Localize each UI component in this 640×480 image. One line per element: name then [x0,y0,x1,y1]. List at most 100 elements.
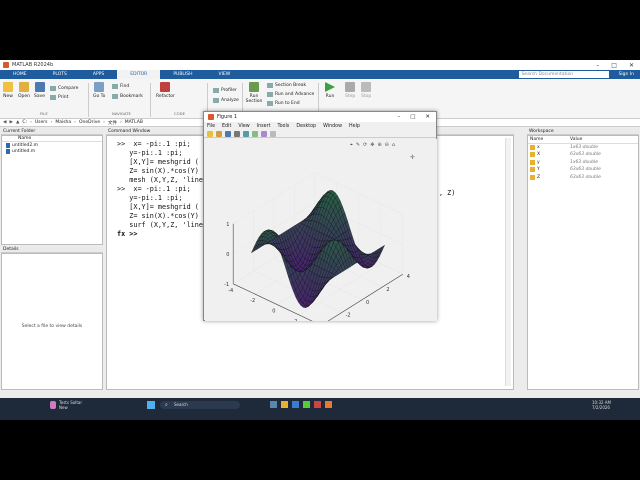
run-play-icon [325,82,335,92]
path-segment[interactable]: Users [35,120,48,125]
link-plot-icon[interactable] [243,130,249,137]
print-button[interactable]: Print [50,95,68,100]
insert-legend-icon[interactable] [261,130,267,137]
path-segment[interactable]: Maisha [55,120,71,125]
stop-button[interactable]: Stop [361,82,371,99]
figure-close-button[interactable]: ✕ [425,114,430,120]
tab-home[interactable]: HOME [0,70,40,79]
figure-canvas[interactable]: ⌖ ✎ ⟳ ✥ ⊕ ⊖ ⌂ ✛ 1 0 -1 -4 -2 0 4 2 0 -2 [205,139,437,321]
taskbar-search-input[interactable]: Search ⌕ [160,401,240,409]
tab-apps[interactable]: APPS [80,70,117,79]
figure-window[interactable]: Figure 1 – □ ✕ File Edit View Insert Too… [203,111,437,321]
maximize-button[interactable]: □ [611,62,617,69]
run-button[interactable]: Run [325,82,335,99]
command-line: surf (X,Y,Z, 'line [117,221,203,229]
menu-view[interactable]: View [238,124,249,129]
group-file-label: FILE [40,111,48,116]
command-line: mesh (X,Y,Z, 'line [117,176,203,184]
taskbar-date[interactable]: 7/2/2026 [592,405,610,410]
path-segment[interactable]: C: [22,120,27,125]
office-app-icon[interactable] [314,401,321,408]
path-segment[interactable]: MATLAB [125,120,143,125]
window-titlebar: MATLAB R2024b – □ ✕ [0,60,640,70]
figure-minimize-button[interactable]: – [397,114,400,120]
y-tick-label: -2 [346,313,351,319]
table-row[interactable]: Y 63x63 double [528,166,638,174]
file-explorer-icon[interactable] [281,401,288,408]
back-arrow-icon[interactable]: ◀ [3,120,6,125]
up-folder-icon[interactable]: ▲ [16,120,19,125]
save-figure-icon[interactable] [225,130,231,137]
find-button[interactable]: Find [112,84,129,89]
list-item[interactable]: untitled.m [2,148,102,154]
weather-widget-icon[interactable] [50,401,56,409]
menu-desktop[interactable]: Desktop [296,124,316,129]
menu-insert[interactable]: Insert [257,124,271,129]
compare-button[interactable]: Compare [50,86,78,91]
menu-edit[interactable]: Edit [222,124,231,129]
matlab-taskbar-icon[interactable] [325,401,332,408]
new-figure-icon[interactable] [207,130,213,137]
figure-maximize-button[interactable]: □ [410,114,415,120]
figure-titlebar[interactable]: Figure 1 – □ ✕ [204,112,436,122]
x-tick-label: 2 [294,319,297,321]
surface-plot[interactable]: 1 0 -1 -4 -2 0 2 4 4 2 0 -2 -4 [205,139,437,321]
command-line: y=-pi:.1 :pi; [117,194,183,202]
menu-window[interactable]: Window [323,124,342,129]
column-header-value[interactable]: Value [570,137,582,142]
table-row[interactable]: y 1x63 double [528,159,638,167]
open-folder-icon [19,82,30,92]
run-advance-icon [267,92,273,97]
insert-colorbar-icon[interactable] [252,130,258,137]
close-button[interactable]: ✕ [629,62,634,69]
sign-in-link[interactable]: Sign In [609,72,640,77]
table-row[interactable]: x 1x63 double [528,144,638,152]
tab-editor[interactable]: EDITOR [117,70,161,79]
profiler-button[interactable]: Profiler [213,88,237,93]
tab-view[interactable]: VIEW [205,70,243,79]
search-documentation-input[interactable]: Search Documentation [518,71,609,78]
step-icon [345,82,356,92]
command-window-scrollbar[interactable] [505,138,511,386]
tab-publish[interactable]: PUBLISH [160,70,205,79]
analyze-button[interactable]: Analyze [213,98,239,103]
bookmark-button[interactable]: Bookmark [112,94,143,99]
y-axis-ticks: 4 2 0 -2 -4 [346,274,410,319]
run-section-button[interactable]: Run Section [246,82,262,104]
new-button[interactable]: New [3,82,13,99]
windows-start-icon[interactable] [147,401,155,409]
refactor-button[interactable]: Refactor [156,82,175,99]
print-figure-icon[interactable] [234,130,240,137]
path-segment[interactable]: 文件 [108,120,117,126]
ribbon-tabs: HOME PLOTS APPS EDITOR PUBLISH VIEW Sear… [0,70,640,79]
print-icon [50,95,56,100]
menu-file[interactable]: File [207,124,215,129]
run-and-advance-button[interactable]: Run and Advance [267,92,314,97]
run-to-end-button[interactable]: Run to End [267,101,300,106]
open-file-icon[interactable] [216,130,222,137]
section-break-button[interactable]: Section Break [267,83,306,88]
column-header-name[interactable]: Name [528,137,570,142]
y-tick-label: 2 [386,287,389,293]
goto-button[interactable]: Go To [93,82,105,99]
m-file-icon [6,148,10,154]
open-button[interactable]: Open [18,82,30,99]
table-row[interactable]: X 63x63 double [528,151,638,159]
forward-arrow-icon[interactable]: ▶ [9,120,12,125]
menu-tools[interactable]: Tools [277,124,289,129]
run-section-icon [249,82,259,92]
menu-help[interactable]: Help [349,124,360,129]
table-row[interactable]: Z 63x63 double [528,174,638,182]
path-segment[interactable]: OneDrive [79,120,100,125]
minimize-button[interactable]: – [596,62,599,69]
taskbar-app-icon[interactable] [270,401,277,408]
save-button[interactable]: Save [34,82,45,99]
axis-line [327,273,403,321]
property-inspector-icon[interactable] [270,130,276,137]
store-app-icon[interactable] [303,401,310,408]
edge-browser-icon[interactable] [292,401,299,408]
command-prompt[interactable]: fx >> [117,230,203,239]
section-break-icon [267,83,273,88]
step-button[interactable]: Step [345,82,355,99]
tab-plots[interactable]: PLOTS [40,70,80,79]
